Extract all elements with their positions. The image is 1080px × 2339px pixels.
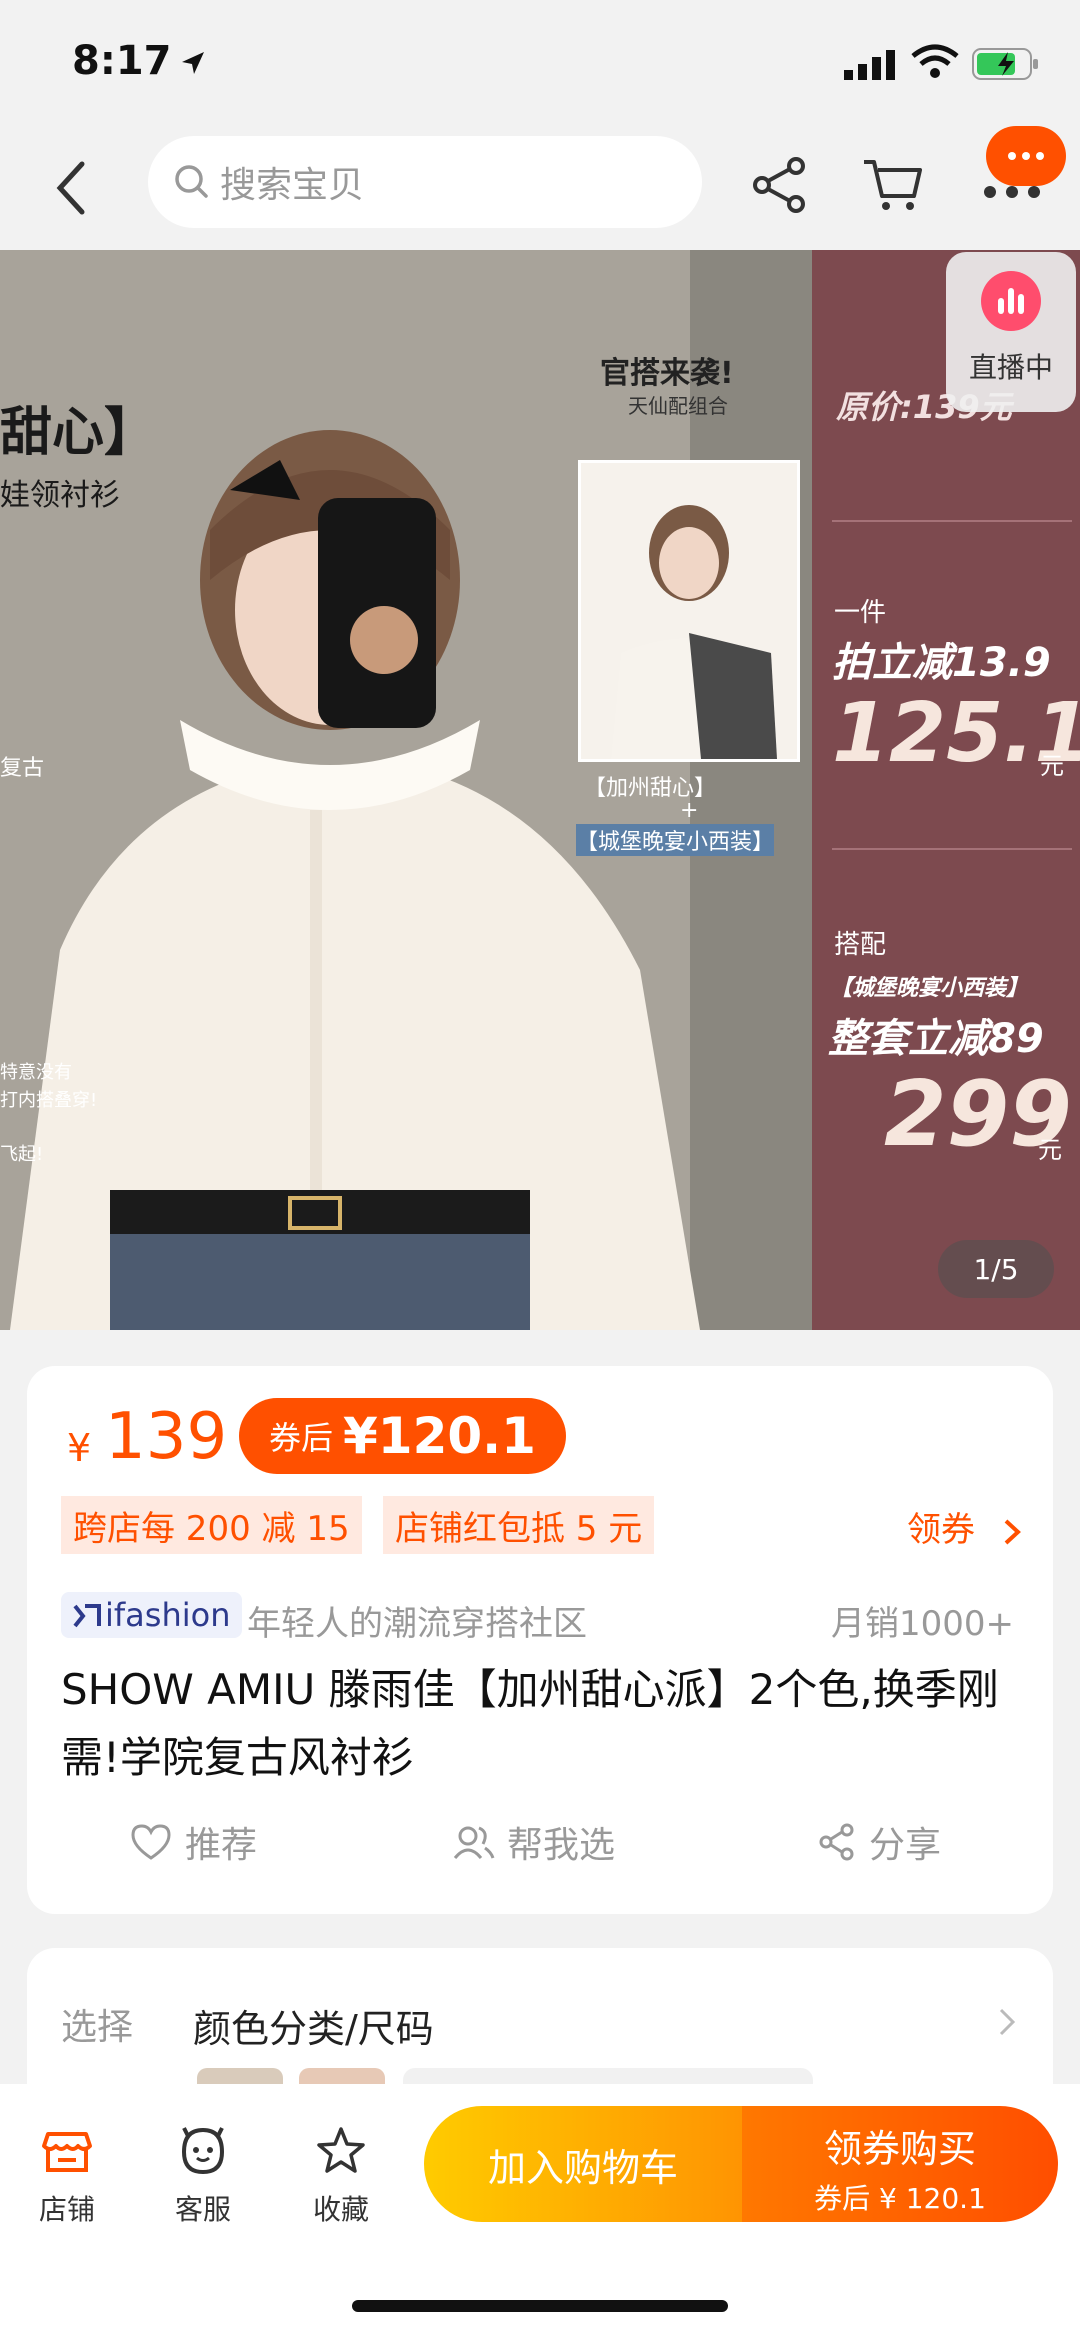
brand-name: ifashion [105, 1596, 231, 1634]
combo-plus: + [680, 798, 699, 823]
buy-with-coupon-button[interactable]: 领券购买 券后 ¥ 120.1 [742, 2106, 1058, 2222]
coupon-price-badge: 券后 ¥120.1 [239, 1398, 566, 1474]
search-input[interactable]: 搜索宝贝 [148, 136, 702, 228]
chevron-right-icon [1004, 1519, 1021, 1544]
page-indicator: 1/5 [938, 1240, 1054, 1298]
promo-price-panel: 原价:139元 一件 拍立减13.9 125.1 元 搭配 【城堡晚宴小西装】 … [812, 250, 1080, 1330]
home-indicator [352, 2300, 728, 2312]
product-info-card: ¥ 139 券后 ¥120.1 跨店每 200 减 15 店铺红包抵 5 元 领… [27, 1366, 1053, 1914]
live-label: 直播中 [968, 351, 1053, 384]
people-icon [453, 1826, 495, 1859]
search-icon [175, 165, 208, 198]
monthly-sales: 月销1000+ [831, 1604, 1015, 1644]
promo-tag-cross-store[interactable]: 跨店每 200 减 15 [61, 1496, 362, 1554]
live-icon [981, 271, 1041, 331]
combo-item-2: 【城堡晚宴小西装】 [576, 824, 775, 856]
customer-service-tab[interactable]: 客服 [158, 2124, 248, 2228]
search-placeholder: 搜索宝贝 [220, 165, 365, 206]
single-discount: 拍立减13.9 [832, 640, 1051, 686]
share-icon[interactable] [748, 154, 810, 216]
add-to-cart-button[interactable]: 加入购物车 [424, 2106, 742, 2222]
buy-label: 领券购买 [823, 2127, 976, 2171]
buy-sub-label: 券后 ¥ 120.1 [814, 2182, 986, 2215]
brand-description: 年轻人的潮流穿搭社区 [247, 1604, 587, 1644]
banner-note: 打内搭叠穿! [0, 1090, 98, 1111]
price: 139 [105, 1400, 228, 1474]
recommend-label: 推荐 [185, 1825, 258, 1866]
more-dots-icon [984, 186, 1040, 198]
share-label: 分享 [869, 1825, 942, 1866]
shop-tab[interactable]: 店铺 [22, 2124, 112, 2228]
price-currency: ¥ [67, 1426, 92, 1470]
location-arrow-icon [182, 52, 204, 74]
message-bubble-icon [986, 126, 1066, 186]
brand-logo[interactable]: ifashion [61, 1592, 243, 1638]
chevron-right-icon [999, 2008, 1016, 2036]
brand-mark-icon [73, 1604, 101, 1628]
favorite-label: 收藏 [312, 2193, 369, 2226]
coupon-label: 券后 [269, 1419, 334, 1457]
set-label: 搭配 [834, 930, 887, 960]
status-bar: 8:17 [0, 0, 1080, 130]
combo-title: 官搭来袭! [600, 356, 734, 391]
battery-charging-icon [972, 48, 1038, 80]
divider [832, 848, 1072, 850]
heart-icon [131, 1824, 171, 1860]
cart-icon[interactable] [860, 152, 926, 218]
product-image-carousel[interactable]: 甜心】 娃领衬衫 复古 特意没有 打内搭叠穿! 飞起! 官搭来袭! 天仙配组合 … [0, 250, 1080, 1330]
cellular-signal-icon [844, 50, 895, 80]
share-button[interactable]: 分享 [817, 1816, 941, 1868]
help-choose-button[interactable]: 帮我选 [451, 1816, 615, 1868]
recommend-button[interactable]: 推荐 [129, 1816, 257, 1868]
star-icon [317, 2127, 365, 2173]
help-choose-label: 帮我选 [507, 1825, 616, 1866]
set-discount: 整套立减89 [828, 1016, 1044, 1062]
single-label: 一件 [834, 598, 887, 628]
product-photo: 甜心】 娃领衬衫 复古 特意没有 打内搭叠穿! 飞起! 官搭来袭! 天仙配组合 … [0, 250, 812, 1330]
service-label: 客服 [174, 2193, 231, 2226]
sku-value: 颜色分类/尺码 [193, 2007, 434, 2051]
service-face-icon [181, 2127, 225, 2175]
share-icon [819, 1823, 854, 1861]
back-arrow-icon[interactable] [48, 158, 98, 218]
favorite-tab[interactable]: 收藏 [296, 2124, 386, 2228]
get-coupon-link[interactable]: 领券 [907, 1502, 1024, 1551]
set-unit: 元 [1038, 1136, 1062, 1164]
banner-note: 复古 [0, 756, 45, 781]
shop-label: 店铺 [38, 2193, 95, 2226]
combo-subtitle: 天仙配组合 [628, 394, 728, 418]
status-time: 8:17 [72, 38, 172, 84]
top-nav: 搜索宝贝 [0, 126, 1080, 250]
live-badge[interactable]: 直播中 [946, 252, 1076, 412]
get-coupon-label: 领券 [907, 1510, 975, 1550]
more-menu-button[interactable] [978, 126, 1068, 220]
banner-title: 甜心】 [0, 403, 157, 463]
sku-label: 选择 [61, 2007, 134, 2048]
combo-thumbnail [578, 460, 800, 762]
product-title: SHOW AMIU 滕雨佳【加州甜心派】2个色,换季刚需!学院复古风衬衫 [61, 1665, 999, 1782]
set-item: 【城堡晚宴小西装】 [830, 976, 1029, 1001]
promo-tag-shop-redpacket[interactable]: 店铺红包抵 5 元 [383, 1496, 655, 1554]
wifi-icon [911, 44, 959, 78]
banner-subtitle: 娃领衬衫 [0, 478, 120, 513]
banner-note: 飞起! [0, 1144, 44, 1165]
coupon-price: ¥120.1 [343, 1407, 536, 1465]
divider [832, 520, 1072, 522]
single-unit: 元 [1040, 752, 1064, 780]
shop-icon [42, 2132, 92, 2172]
banner-note: 特意没有 [0, 1062, 72, 1083]
